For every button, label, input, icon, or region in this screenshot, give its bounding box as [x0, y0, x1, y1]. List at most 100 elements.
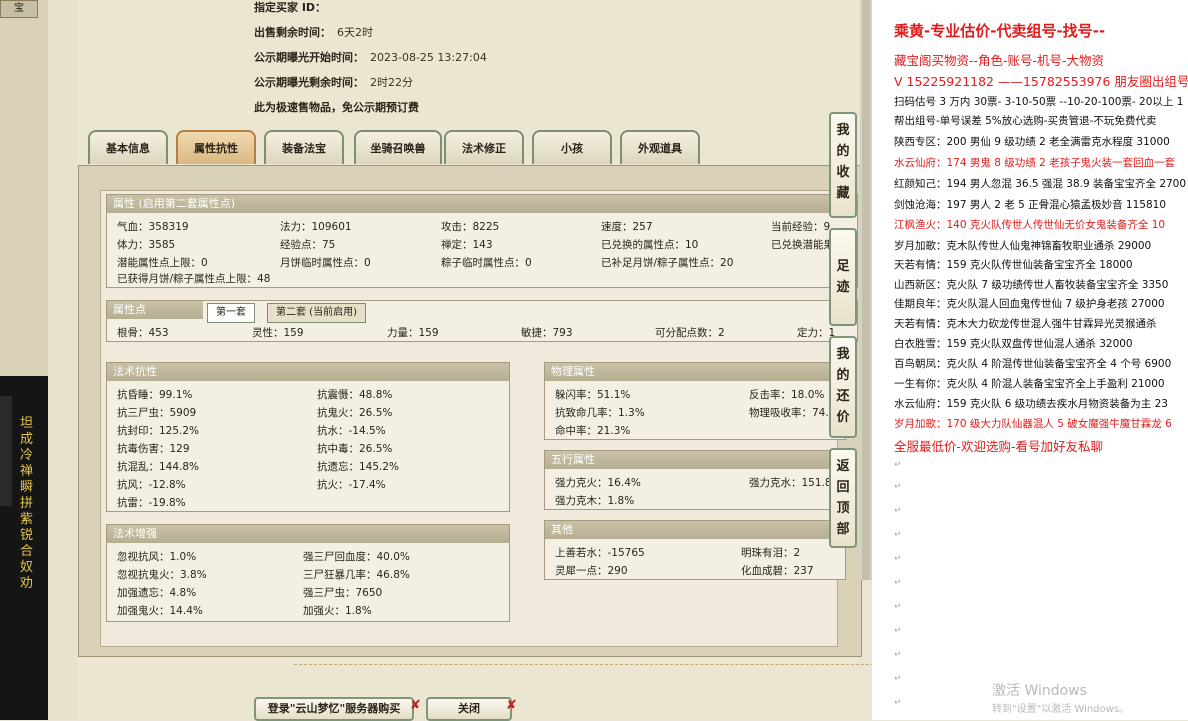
physical-cell: 抗致命几率：1.3% — [555, 407, 645, 419]
doc-line: 一生有你：克火队 4 阶混人装备宝宝齐全上手盈利 21000 — [894, 378, 1165, 390]
doc-line: 帮出组号-单号误差 5%放心选购-买贵管退-不玩免费代卖 — [894, 115, 1157, 127]
scrollbar-thumb[interactable] — [862, 0, 870, 580]
other-header: 其他 — [545, 521, 845, 539]
other-cell: 化血成碧：237 — [741, 565, 814, 577]
tab-attributes[interactable]: 属性抗性 — [176, 130, 256, 164]
attr-cell: 已兑换潜能果 — [771, 239, 834, 251]
doc-line: 藏宝阁买物资--角色-账号-机号-大物资 — [894, 53, 1105, 68]
left-top-tab[interactable]: 宝 — [0, 0, 38, 18]
resist-cell: 抗水：-14.5% — [317, 425, 386, 437]
resist-cell: 抗毒伤害：129 — [117, 443, 190, 455]
doc-line: 全服最低价-欢迎选购-看号加好友私聊 — [894, 439, 1104, 454]
item-detail-window: 指定买家 ID： 出售剩余时间： 6天2时 公示期曝光开始时间： 2023-08-2… — [48, 0, 904, 721]
points-cell: 根骨：453 — [117, 327, 169, 339]
doc-line: 江枫渔火：140 克火队传世人传世仙无价女鬼装备齐全 10 — [894, 219, 1166, 231]
doc-line: V 15225921182 ——15782553976 朋友圈出组号 — [894, 74, 1188, 89]
seller-id-label: 指定买家 ID： — [254, 1, 327, 14]
resist-cell: 抗火：-17.4% — [317, 479, 386, 491]
dashed-divider — [294, 664, 904, 665]
points-cell: 敏捷：793 — [521, 327, 573, 339]
boost-cell: 三尸狂暴几率：46.8% — [303, 569, 410, 581]
attributes-group: 属性 (启用第二套属性点) 气血：358319 法力：109601 攻击：822… — [106, 194, 858, 288]
attr-footer: 已获得月饼/粽子属性点上限：48 — [117, 273, 271, 285]
return-mark-icon: ↵ — [894, 602, 902, 612]
attr-cell: 潜能属性点上限：0 — [117, 257, 208, 269]
physical-cell: 躲闪率：51.1% — [555, 389, 631, 401]
doc-line: 水云仙府：174 男鬼 8 级功绩 2 老孩子鬼火装一套回血一套 — [894, 157, 1176, 169]
close-x-icon[interactable]: ✘ — [410, 698, 421, 713]
doc-line: 天若有情：159 克火队传世仙装备宝宝齐全 18000 — [894, 259, 1133, 271]
doc-line: 水云仙府：159 克火队 6 级功绩去疾水月物资装备为主 23 — [894, 398, 1168, 410]
boost-cell: 强三尸虫：7650 — [303, 587, 383, 599]
my-bargain-button[interactable]: 我的还价 — [829, 336, 857, 438]
other-cell: 灵犀一点：290 — [555, 565, 628, 577]
back-to-top-label: 返回顶部 — [836, 459, 850, 537]
resist-cell: 抗中毒：26.5% — [317, 443, 393, 455]
return-mark-icon: ↵ — [894, 506, 902, 516]
attr-cell: 气血：358319 — [117, 221, 189, 233]
back-to-top-button[interactable]: 返回顶部 — [829, 448, 857, 548]
footprint-button[interactable]: 足迹 — [829, 228, 857, 326]
doc-line: 百鸟朝凤：克火队 4 阶混传世仙装备宝宝齐全 4 个号 6900 — [894, 358, 1172, 370]
tab-basic-info[interactable]: 基本信息 — [88, 130, 168, 164]
tab-appearance[interactable]: 外观道具 — [620, 130, 700, 164]
doc-line: 天若有情：克木大力砍龙传世混人强牛甘霖异光灵猴通杀 — [894, 318, 1157, 330]
login-buy-button[interactable]: 登录"云山梦忆"服务器购买 — [254, 697, 414, 721]
doc-line: 剑蚀沧海：197 男人 2 老 5 正骨混心猿孟极妙音 115810 — [894, 199, 1167, 211]
my-favorites-button[interactable]: 我的收藏 — [829, 112, 857, 218]
tab-equipment[interactable]: 装备法宝 — [264, 130, 344, 164]
doc-line: 佳期良年：克火队混人回血鬼传世仙 7 级护身老孩 27000 — [894, 298, 1165, 310]
attr-cell: 体力：3585 — [117, 239, 176, 251]
tab-child[interactable]: 小孩 — [532, 130, 612, 164]
my-favorites-label: 我的收藏 — [836, 123, 850, 201]
close-button[interactable]: 关闭 — [426, 697, 512, 721]
remaining-time-value: 6天2时 — [337, 26, 373, 39]
resist-cell: 抗封印：125.2% — [117, 425, 200, 437]
close-x-icon[interactable]: ✘ — [506, 698, 517, 713]
activation-watermark-title: 激活 Windows — [992, 683, 1087, 699]
resist-cell: 抗鬼火：26.5% — [317, 407, 393, 419]
tab-mounts[interactable]: 坐骑召唤兽 — [354, 130, 442, 164]
attr-cell: 速度：257 — [601, 221, 653, 233]
resist-cell: 抗遗忘：145.2% — [317, 461, 400, 473]
resist-cell: 抗雷：-19.8% — [117, 497, 186, 509]
physical-cell: 反击率：18.0% — [749, 389, 825, 401]
doc-title: 乘黄-专业估价-代卖组号-找号-- — [894, 22, 1106, 40]
express-note: 此为极速售物品，免公示期预订费 — [254, 101, 419, 114]
resist-cell: 抗三尸虫：5909 — [117, 407, 197, 419]
doc-line: 岁月加歌：克木队传世人仙鬼神锦畜牧职业通杀 29000 — [894, 240, 1152, 252]
resist-cell: 抗震慑：48.8% — [317, 389, 393, 401]
resist-cell: 抗混乱：144.8% — [117, 461, 200, 473]
activation-watermark-subtitle: 转到"设置"以激活 Windows。 — [992, 704, 1130, 715]
element-cell: 强力克火：16.4% — [555, 477, 641, 489]
attribute-points-header: 属性点 — [107, 301, 203, 319]
public-remain-value: 2时22分 — [370, 76, 413, 89]
public-remain-label: 公示期曝光剩余时间： — [254, 76, 364, 89]
other-group: 其他 上善若水：-15765 明珠有泪：2 灵犀一点：290 化血成碧：237 — [544, 520, 846, 580]
left-side-strip: 宝 坦成冷禅瞬拼紫锐合奴劝 — [0, 0, 48, 720]
return-mark-icon: ↵ — [894, 626, 902, 636]
footprint-label: 足迹 — [836, 259, 850, 295]
left-side-text: 坦成冷禅瞬拼紫锐合奴劝 — [20, 416, 34, 591]
points-cell: 灵性：159 — [252, 327, 304, 339]
tab-spell-correction[interactable]: 法术修正 — [444, 130, 524, 164]
physical-group: 物理属性 躲闪率：51.1% 反击率：18.0% 抗致命几率：1.3% 物理吸收… — [544, 362, 846, 440]
doc-line: 山西新区：克火队 7 级功绩传世人畜牧装备宝宝齐全 3350 — [894, 279, 1169, 291]
physical-header: 物理属性 — [545, 363, 845, 381]
points-tab-second[interactable]: 第二套 (当前启用) — [267, 303, 366, 323]
attr-cell: 已兑换的属性点：10 — [601, 239, 699, 251]
public-start-value: 2023-08-25 13:27:04 — [370, 51, 487, 64]
attr-cell: 攻击：8225 — [441, 221, 500, 233]
boost-cell: 加强遗忘：4.8% — [117, 587, 197, 599]
doc-line: 扫码估号 3 万内 30票- 3-10-50票 --10-20-100票- 20… — [894, 96, 1184, 108]
return-mark-icon: ↵ — [894, 460, 902, 470]
five-elements-group: 五行属性 强力克火：16.4% 强力克水：151.8 强力克木：1.8% — [544, 450, 846, 510]
attributes-header: 属性 (启用第二套属性点) — [107, 195, 857, 213]
seller-id-line: 指定买家 ID： — [254, 0, 326, 15]
spell-resist-header: 法术抗性 — [107, 363, 509, 381]
five-elements-header: 五行属性 — [545, 451, 845, 469]
element-cell: 强力克水：151.8 — [749, 477, 832, 489]
return-mark-icon: ↵ — [894, 554, 902, 564]
points-tab-first[interactable]: 第一套 — [207, 303, 255, 323]
vertical-scrollbar[interactable] — [860, 0, 872, 580]
